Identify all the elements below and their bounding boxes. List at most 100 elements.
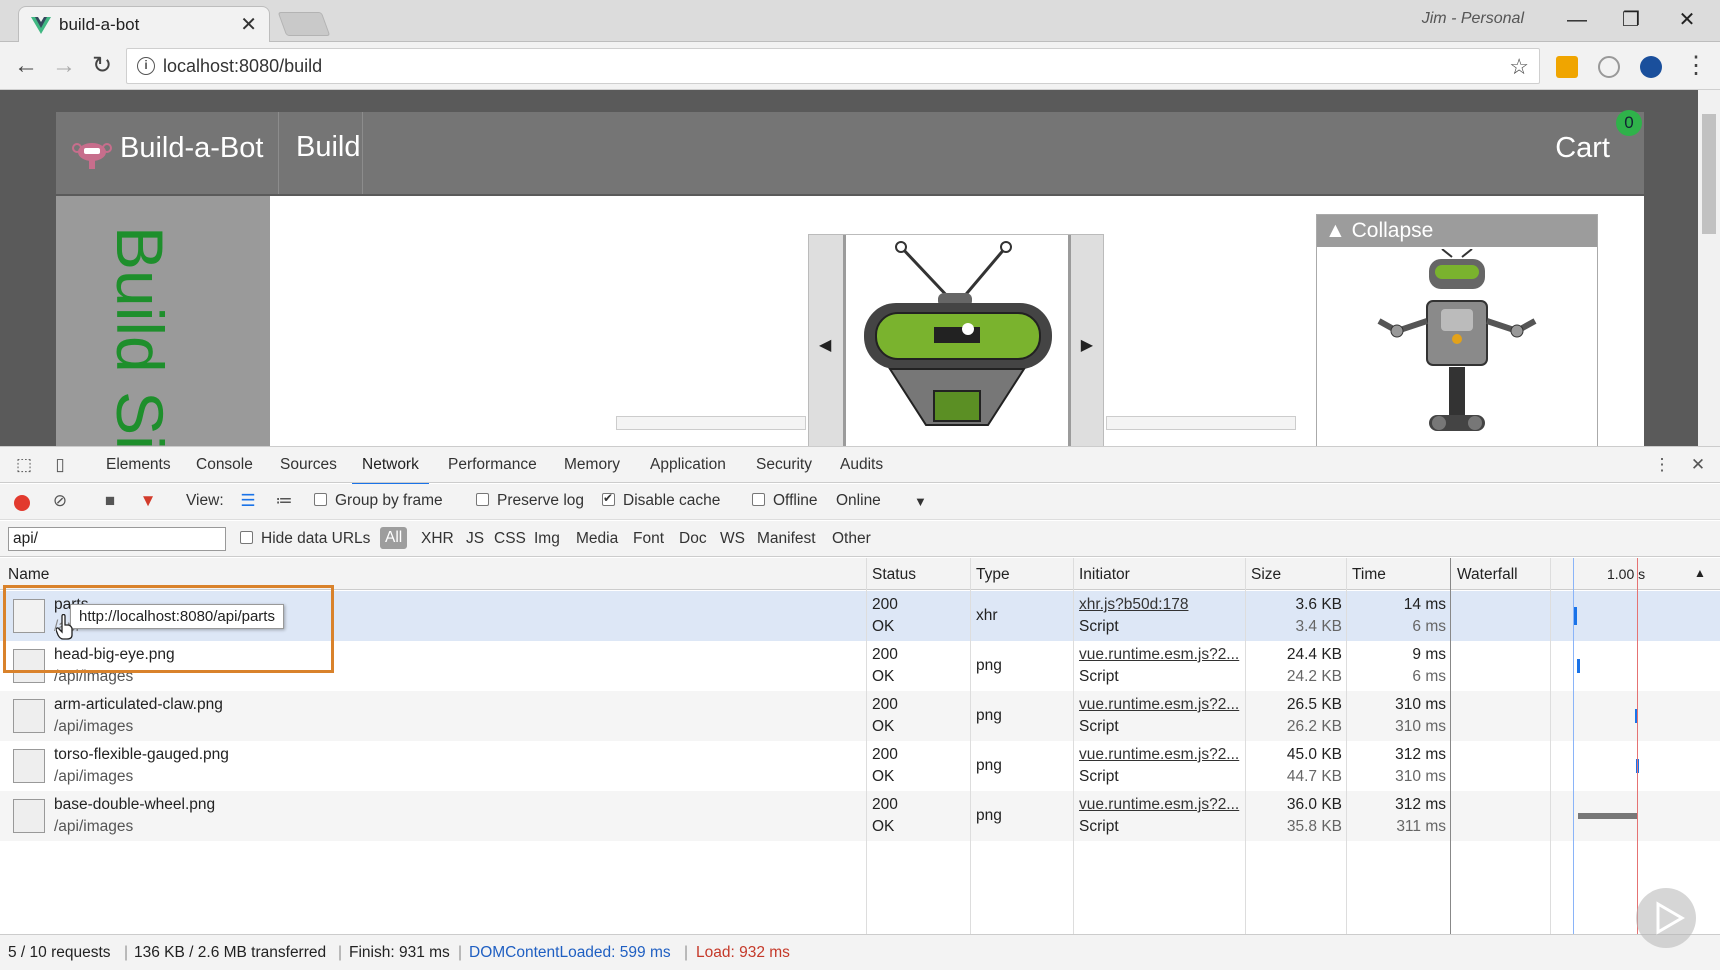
browser-menu-icon[interactable]: ⋮ (1680, 50, 1712, 82)
col-type[interactable]: Type (976, 566, 1010, 584)
bookmark-star-icon[interactable]: ☆ (1509, 54, 1529, 80)
screenshot-camera-icon[interactable]: ■ (100, 491, 120, 511)
forward-button[interactable]: → (48, 50, 80, 82)
initiator-link[interactable]: xhr.js?b50d:178 (1079, 596, 1188, 614)
filter-type-font[interactable]: Font (633, 530, 664, 548)
table-row[interactable]: torso-flexible-gauged.png /api/images 20… (0, 741, 1720, 791)
page-scrollbar-thumb[interactable] (1702, 114, 1716, 234)
filter-type-css[interactable]: CSS (494, 530, 526, 548)
inspect-element-icon[interactable]: ⬚ (14, 455, 34, 475)
overview-icon[interactable]: ≔ (274, 491, 294, 511)
devtools-tab-memory[interactable]: Memory (564, 456, 620, 474)
col-name[interactable]: Name (8, 566, 49, 584)
filter-type-all[interactable]: All (380, 527, 408, 549)
disable-cache-checkbox[interactable]: Disable cache (602, 491, 720, 510)
checkbox[interactable] (476, 493, 489, 506)
request-name[interactable]: base-double-wheel.png (54, 796, 215, 814)
filter-input[interactable] (8, 527, 226, 551)
checkbox[interactable] (314, 493, 327, 506)
dcl-marker-line (1573, 558, 1574, 934)
checkbox-checked[interactable] (602, 491, 615, 506)
address-bar[interactable]: i localhost:8080/build ☆ (126, 48, 1540, 84)
extension-icon[interactable] (1556, 56, 1578, 78)
large-rows-icon[interactable]: ☰ (238, 491, 258, 511)
col-status[interactable]: Status (872, 566, 916, 584)
filter-type-xhr[interactable]: XHR (421, 530, 454, 548)
time-latency: 6 ms (1412, 668, 1446, 685)
devtools-menu-icon[interactable]: ⋮ (1652, 455, 1672, 475)
cart-count-badge: 0 (1616, 110, 1642, 136)
chevron-down-icon[interactable]: ▼ (914, 494, 927, 509)
initiator-link[interactable]: vue.runtime.esm.js?2... (1079, 646, 1239, 664)
filter-type-img[interactable]: Img (534, 530, 560, 548)
initiator-link[interactable]: vue.runtime.esm.js?2... (1079, 696, 1239, 714)
filter-type-media[interactable]: Media (576, 530, 618, 548)
video-play-button[interactable] (1636, 888, 1696, 948)
minimize-button[interactable]: — (1552, 4, 1602, 36)
request-path: /api/images (54, 768, 134, 785)
filter-type-js[interactable]: JS (466, 530, 484, 548)
devtools-close-icon[interactable]: ✕ (1688, 455, 1708, 475)
group-by-frame-checkbox[interactable]: Group by frame (314, 492, 443, 510)
column-divider (1450, 558, 1451, 934)
prev-part-button[interactable]: ◀ (819, 335, 831, 355)
extension-eye-icon[interactable] (1640, 56, 1662, 78)
filter-type-ws[interactable]: WS (720, 530, 745, 548)
address-url[interactable]: localhost:8080/build (163, 56, 322, 77)
column-divider (1346, 558, 1347, 934)
devtools-tab-network[interactable]: Network (352, 456, 429, 485)
network-controls: ⊘ ■ ▼ View: ☰ ≔ Group by frame Preserve … (0, 484, 1720, 520)
app-brand[interactable]: Build-a-Bot (120, 132, 263, 165)
sort-arrow-icon[interactable]: ▲ (1694, 566, 1706, 580)
tab-close-button[interactable]: ✕ (240, 12, 257, 37)
col-waterfall[interactable]: Waterfall (1457, 566, 1518, 584)
collapse-button[interactable]: ▲ Collapse (1317, 215, 1597, 247)
offline-checkbox[interactable]: Offline (752, 492, 818, 510)
table-row[interactable]: base-double-wheel.png /api/images 200 OK… (0, 791, 1720, 841)
size-transferred: 24.4 KB (1286, 646, 1342, 663)
checkbox[interactable] (240, 531, 253, 544)
status-text: OK (872, 618, 895, 635)
filter-type-manifest[interactable]: Manifest (757, 530, 816, 548)
col-time[interactable]: Time (1352, 566, 1386, 584)
filter-type-other[interactable]: Other (832, 530, 871, 548)
restore-button[interactable]: ❐ (1606, 4, 1656, 36)
request-name[interactable]: arm-articulated-claw.png (54, 696, 223, 714)
devtools-tab-audits[interactable]: Audits (840, 456, 883, 474)
devtools-tab-console[interactable]: Console (196, 456, 253, 474)
browser-tab[interactable]: build-a-bot ✕ (18, 6, 270, 42)
record-icon[interactable] (12, 492, 32, 512)
extension-circle-icon[interactable] (1598, 56, 1620, 78)
time-total: 14 ms (1403, 596, 1446, 613)
initiator-link[interactable]: vue.runtime.esm.js?2... (1079, 796, 1239, 814)
nav-build-link[interactable]: Build (296, 131, 361, 164)
reload-button[interactable]: ↻ (86, 50, 118, 82)
devtools-tab-performance[interactable]: Performance (448, 456, 537, 474)
back-button[interactable]: ← (10, 50, 42, 82)
throttle-select[interactable]: Online (836, 492, 881, 510)
page-scrollbar[interactable] (1698, 90, 1720, 446)
clear-icon[interactable]: ⊘ (50, 491, 70, 511)
filter-funnel-icon[interactable]: ▼ (138, 491, 158, 511)
time-total: 312 ms (1395, 746, 1446, 763)
devtools-tab-elements[interactable]: Elements (106, 456, 171, 474)
col-size[interactable]: Size (1251, 566, 1281, 584)
new-tab-button[interactable] (277, 12, 331, 36)
table-row[interactable]: arm-articulated-claw.png /api/images 200… (0, 691, 1720, 741)
devtools-tab-security[interactable]: Security (756, 456, 812, 474)
cart-link[interactable]: Cart (1555, 132, 1610, 165)
initiator-link[interactable]: vue.runtime.esm.js?2... (1079, 746, 1239, 764)
next-part-button[interactable]: ▶ (1081, 335, 1093, 355)
request-name[interactable]: torso-flexible-gauged.png (54, 746, 229, 764)
hide-data-urls-checkbox[interactable]: Hide data URLs (240, 530, 370, 548)
device-toolbar-icon[interactable]: ▯ (50, 455, 70, 475)
checkbox[interactable] (752, 493, 765, 506)
devtools-tab-application[interactable]: Application (650, 456, 726, 474)
window-close-button[interactable]: ✕ (1662, 4, 1712, 36)
profile-name[interactable]: Jim - Personal (1422, 10, 1524, 28)
devtools-tab-sources[interactable]: Sources (280, 456, 337, 474)
preserve-log-checkbox[interactable]: Preserve log (476, 492, 584, 510)
filter-type-doc[interactable]: Doc (679, 530, 707, 548)
site-info-icon[interactable]: i (137, 57, 155, 75)
col-initiator[interactable]: Initiator (1079, 566, 1130, 584)
